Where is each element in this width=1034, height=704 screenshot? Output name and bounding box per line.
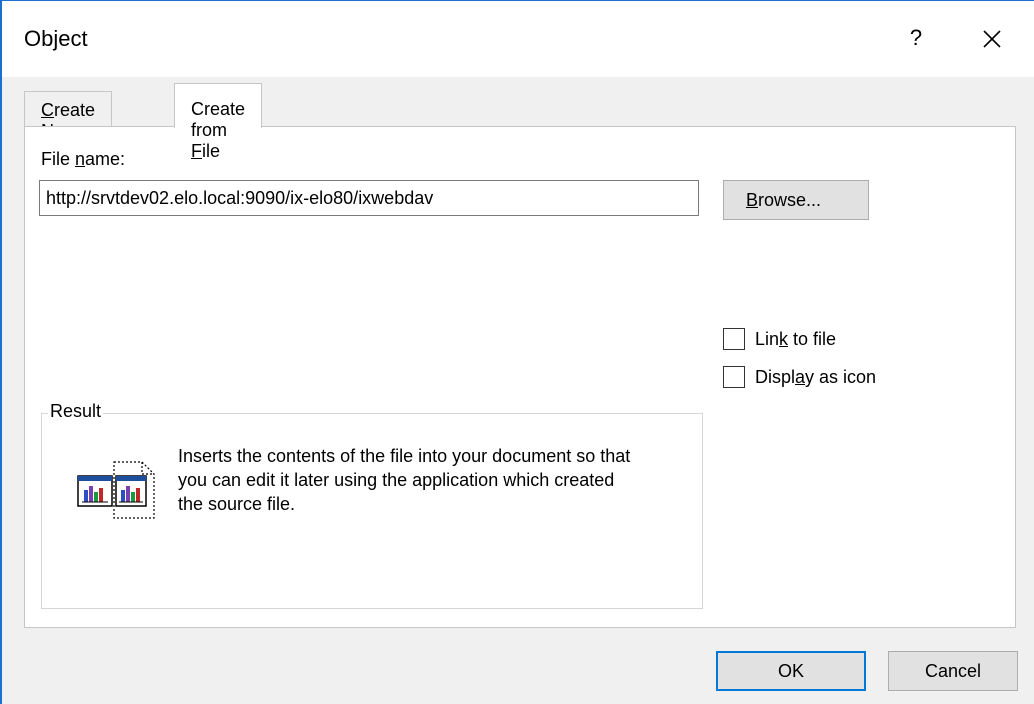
- dialog-title: Object: [24, 26, 88, 51]
- ok-button[interactable]: OK: [716, 651, 866, 691]
- result-legend: Result: [48, 401, 104, 422]
- help-button[interactable]: ?: [902, 23, 930, 53]
- create-from-file-panel: File name: Browse... Link to file Displa…: [24, 126, 1016, 628]
- tab-create-new[interactable]: Create New: [24, 91, 113, 141]
- cancel-button[interactable]: Cancel: [888, 651, 1018, 691]
- tab-label-accesskey: F: [191, 141, 202, 161]
- display-as-icon-label: Display as icon: [755, 367, 877, 387]
- title-bar: Object ?: [2, 1, 1034, 77]
- tab-label-accesskey: C: [41, 100, 54, 120]
- close-button[interactable]: [972, 21, 1012, 57]
- file-name-label: File name:: [41, 149, 126, 169]
- object-dialog: Object ? Create New Create from File Fil…: [0, 0, 1034, 704]
- result-description: Inserts the contents of the file into yo…: [178, 446, 631, 514]
- tab-label-post: ile: [202, 141, 221, 161]
- browse-button[interactable]: Browse...: [723, 180, 869, 220]
- close-icon: [983, 30, 1001, 48]
- link-to-file-label: Link to file: [755, 329, 837, 349]
- embedded-chart-object-icon: [77, 461, 155, 519]
- link-to-file-checkbox[interactable]: [723, 328, 745, 350]
- file-name-input[interactable]: [39, 180, 699, 216]
- display-as-icon-checkbox[interactable]: [723, 366, 745, 388]
- result-groupbox: Result Inserts the contents of the file …: [41, 401, 703, 609]
- tab-create-from-file[interactable]: Create from File: [174, 83, 263, 161]
